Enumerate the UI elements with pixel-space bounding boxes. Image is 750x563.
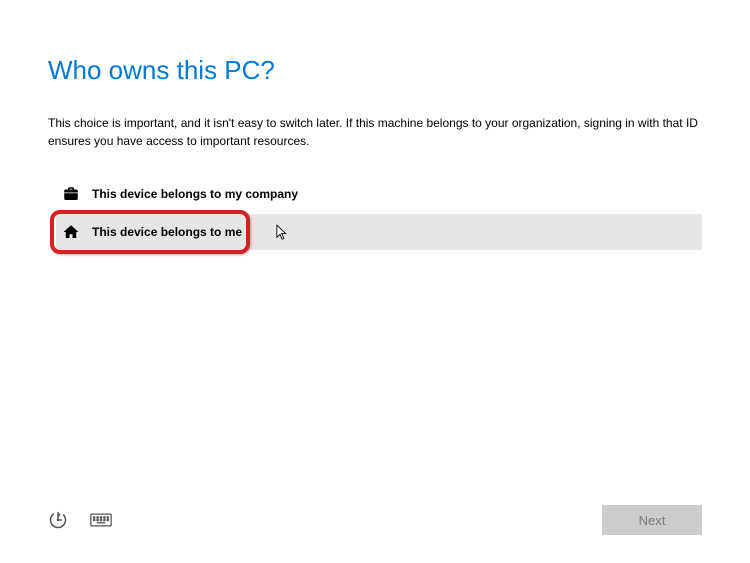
home-icon — [60, 221, 82, 243]
option-personal[interactable]: This device belongs to me — [56, 214, 702, 250]
keyboard-icon[interactable] — [90, 513, 112, 527]
next-button[interactable]: Next — [602, 505, 702, 535]
cursor-icon — [276, 224, 290, 242]
page-description: This choice is important, and it isn't e… — [48, 114, 702, 150]
option-personal-label: This device belongs to me — [92, 225, 242, 239]
option-company[interactable]: This device belongs to my company — [60, 176, 702, 212]
ease-of-access-icon[interactable] — [48, 510, 68, 530]
ownership-options: This device belongs to my company This d… — [60, 176, 702, 250]
footer-bar: Next — [48, 505, 702, 535]
briefcase-icon — [60, 183, 82, 205]
option-company-label: This device belongs to my company — [92, 187, 298, 201]
page-title: Who owns this PC? — [48, 55, 702, 86]
